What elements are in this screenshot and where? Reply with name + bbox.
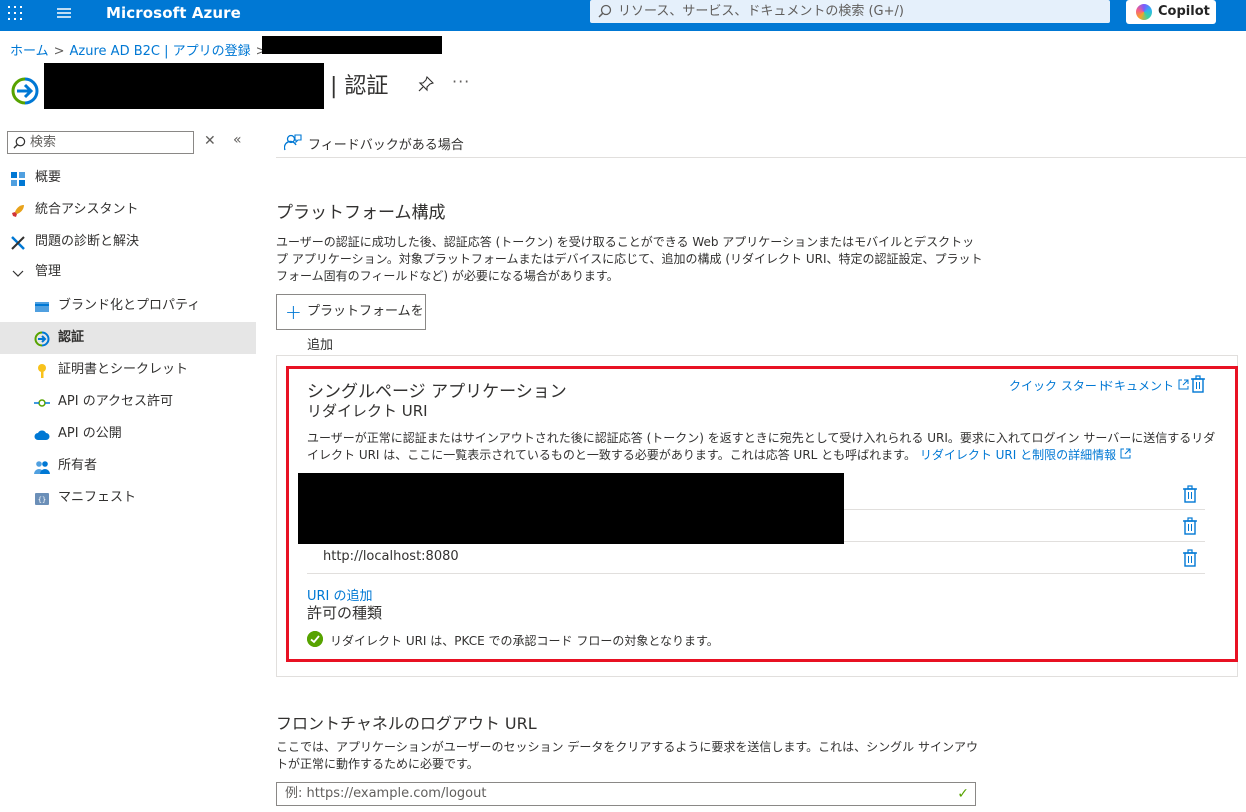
redacted-redirect-uris <box>298 473 844 544</box>
sidebar-item-label: 管理 <box>35 264 62 279</box>
people-icon <box>34 461 50 474</box>
logout-url-input[interactable]: 例: https://example.com/logout ✓ <box>276 782 976 806</box>
overview-grid-icon <box>11 172 25 186</box>
clear-search-icon[interactable]: ✕ <box>204 133 216 149</box>
breadcrumb: ホーム>Azure AD B2C | アプリの登録> <box>10 40 272 59</box>
cloud-icon <box>34 430 50 440</box>
spa-title: シングルページ アプリケーション <box>307 382 567 402</box>
sidebar-item-label: 証明書とシークレット <box>58 362 189 377</box>
grant-types-heading: 許可の種類 <box>307 604 383 622</box>
redacted-app-name <box>44 63 324 109</box>
feedback-label: フィードバックがある場合 <box>308 138 464 153</box>
search-icon <box>598 4 612 18</box>
collapse-sidebar-icon[interactable]: « <box>233 132 242 148</box>
add-platform-label: プラットフォームを追加 <box>307 304 424 353</box>
breadcrumb-home[interactable]: ホーム <box>10 44 49 59</box>
copilot-button[interactable]: Copilot <box>1126 0 1216 24</box>
delete-uri-icon[interactable] <box>1182 549 1198 567</box>
sidebar-item-label: 統合アシスタント <box>35 202 139 217</box>
quickstart-link[interactable]: クイック スタート <box>1009 377 1109 394</box>
top-bar: Microsoft Azure リソース、サービス、ドキュメントの検索 (G+/… <box>0 0 1246 31</box>
svg-text:{}: {} <box>38 496 46 504</box>
documentation-label: ドキュメント <box>1102 379 1175 393</box>
sidebar-item-integration-assistant[interactable]: 統合アシスタント <box>0 194 256 226</box>
feedback-button[interactable]: フィードバックがある場合 <box>284 134 464 153</box>
logout-url-placeholder: 例: https://example.com/logout <box>285 786 487 801</box>
global-search-input[interactable]: リソース、サービス、ドキュメントの検索 (G+/) <box>590 0 1110 23</box>
learn-more-link[interactable]: リダイレクト URI と制限の詳細情報 <box>920 448 1116 462</box>
documentation-link[interactable]: ドキュメント <box>1102 377 1189 394</box>
platform-description: ユーザーの認証に成功した後、認証応答 (トークン) を受け取ることができる We… <box>276 235 983 283</box>
sidebar-item-manifest[interactable]: {} マニフェスト <box>0 482 256 514</box>
sidebar-item-certificates[interactable]: 証明書とシークレット <box>0 354 256 386</box>
add-platform-button[interactable]: + プラットフォームを追加 <box>276 294 426 353</box>
logout-description: ここでは、アプリケーションがユーザーのセッション データをクリアするように要求を… <box>276 740 978 771</box>
page-title: | 認証 <box>330 74 389 99</box>
sidebar-item-label: 概要 <box>35 170 62 185</box>
copilot-icon <box>1136 4 1152 20</box>
sidebar-search-input[interactable]: 検索 <box>7 131 194 154</box>
redirect-uri-value[interactable]: http://localhost:8080 <box>323 549 459 564</box>
success-check-icon <box>307 631 323 647</box>
valid-check-icon: ✓ <box>957 786 969 802</box>
sidebar-search-placeholder: 検索 <box>30 135 57 150</box>
grant-type-status: リダイレクト URI は、PKCE での承認コード フローの対象となります。 <box>330 634 719 648</box>
sidebar-item-overview[interactable]: 概要 <box>0 162 256 194</box>
sidebar-item-label: ブランド化とプロパティ <box>58 298 201 313</box>
command-bar: フィードバックがある場合 <box>276 126 1246 158</box>
authentication-arrow-icon <box>34 331 50 347</box>
sidebar-item-branding[interactable]: ブランド化とプロパティ <box>0 290 256 322</box>
delete-uri-icon[interactable] <box>1182 485 1198 503</box>
sidebar-group-manage[interactable]: 管理 <box>0 256 256 288</box>
manifest-icon: {} <box>35 493 49 505</box>
pin-icon[interactable] <box>418 76 434 92</box>
sidebar-item-authentication[interactable]: 認証 <box>0 322 256 354</box>
brand-title[interactable]: Microsoft Azure <box>106 4 241 22</box>
sidebar-item-label: API のアクセス許可 <box>58 394 174 409</box>
external-link-icon <box>1178 379 1189 390</box>
feedback-icon <box>284 134 302 151</box>
platform-heading: プラットフォーム構成 <box>276 203 446 223</box>
wrench-icon <box>11 236 25 250</box>
global-search-placeholder: リソース、サービス、ドキュメントの検索 (G+/) <box>618 4 904 19</box>
app-launcher-icon[interactable] <box>6 4 24 22</box>
sidebar-item-expose-api[interactable]: API の公開 <box>0 418 256 450</box>
chevron-down-icon <box>12 270 24 277</box>
sidebar-item-label: API の公開 <box>58 426 122 441</box>
external-link-icon <box>1120 448 1131 459</box>
sidebar-item-label: 問題の診断と解決 <box>35 234 140 249</box>
logout-heading: フロントチャネルのログアウト URL <box>276 714 537 733</box>
sidebar-item-owners[interactable]: 所有者 <box>0 450 256 482</box>
spa-description: ユーザーが正常に認証またはサインアウトされた後に認証応答 (トークン) を返すと… <box>307 430 1217 464</box>
key-icon <box>38 364 46 378</box>
sidebar-item-label: 認証 <box>58 330 85 345</box>
rocket-icon <box>12 205 24 217</box>
search-icon <box>13 136 26 149</box>
sidebar-item-diagnose[interactable]: 問題の診断と解決 <box>0 226 256 258</box>
sidebar-item-api-permissions[interactable]: API のアクセス許可 <box>0 386 256 418</box>
copilot-label: Copilot <box>1158 4 1210 19</box>
delete-uri-icon[interactable] <box>1182 517 1198 535</box>
sidebar-item-label: マニフェスト <box>58 490 137 505</box>
redirect-uri-heading: リダイレクト URI <box>307 402 428 420</box>
breadcrumb-separator: > <box>53 44 65 59</box>
api-permission-icon <box>34 399 50 407</box>
menu-icon[interactable] <box>56 6 72 20</box>
sidebar-item-label: 所有者 <box>58 458 98 473</box>
delete-platform-icon[interactable] <box>1190 375 1206 393</box>
redacted-breadcrumb <box>262 36 442 54</box>
more-options-button[interactable]: ··· <box>452 72 470 91</box>
authentication-arrow-icon <box>11 77 39 105</box>
plus-icon: + <box>285 300 302 324</box>
breadcrumb-app-registrations[interactable]: Azure AD B2C | アプリの登録 <box>70 44 251 59</box>
branding-card-icon <box>35 302 49 312</box>
